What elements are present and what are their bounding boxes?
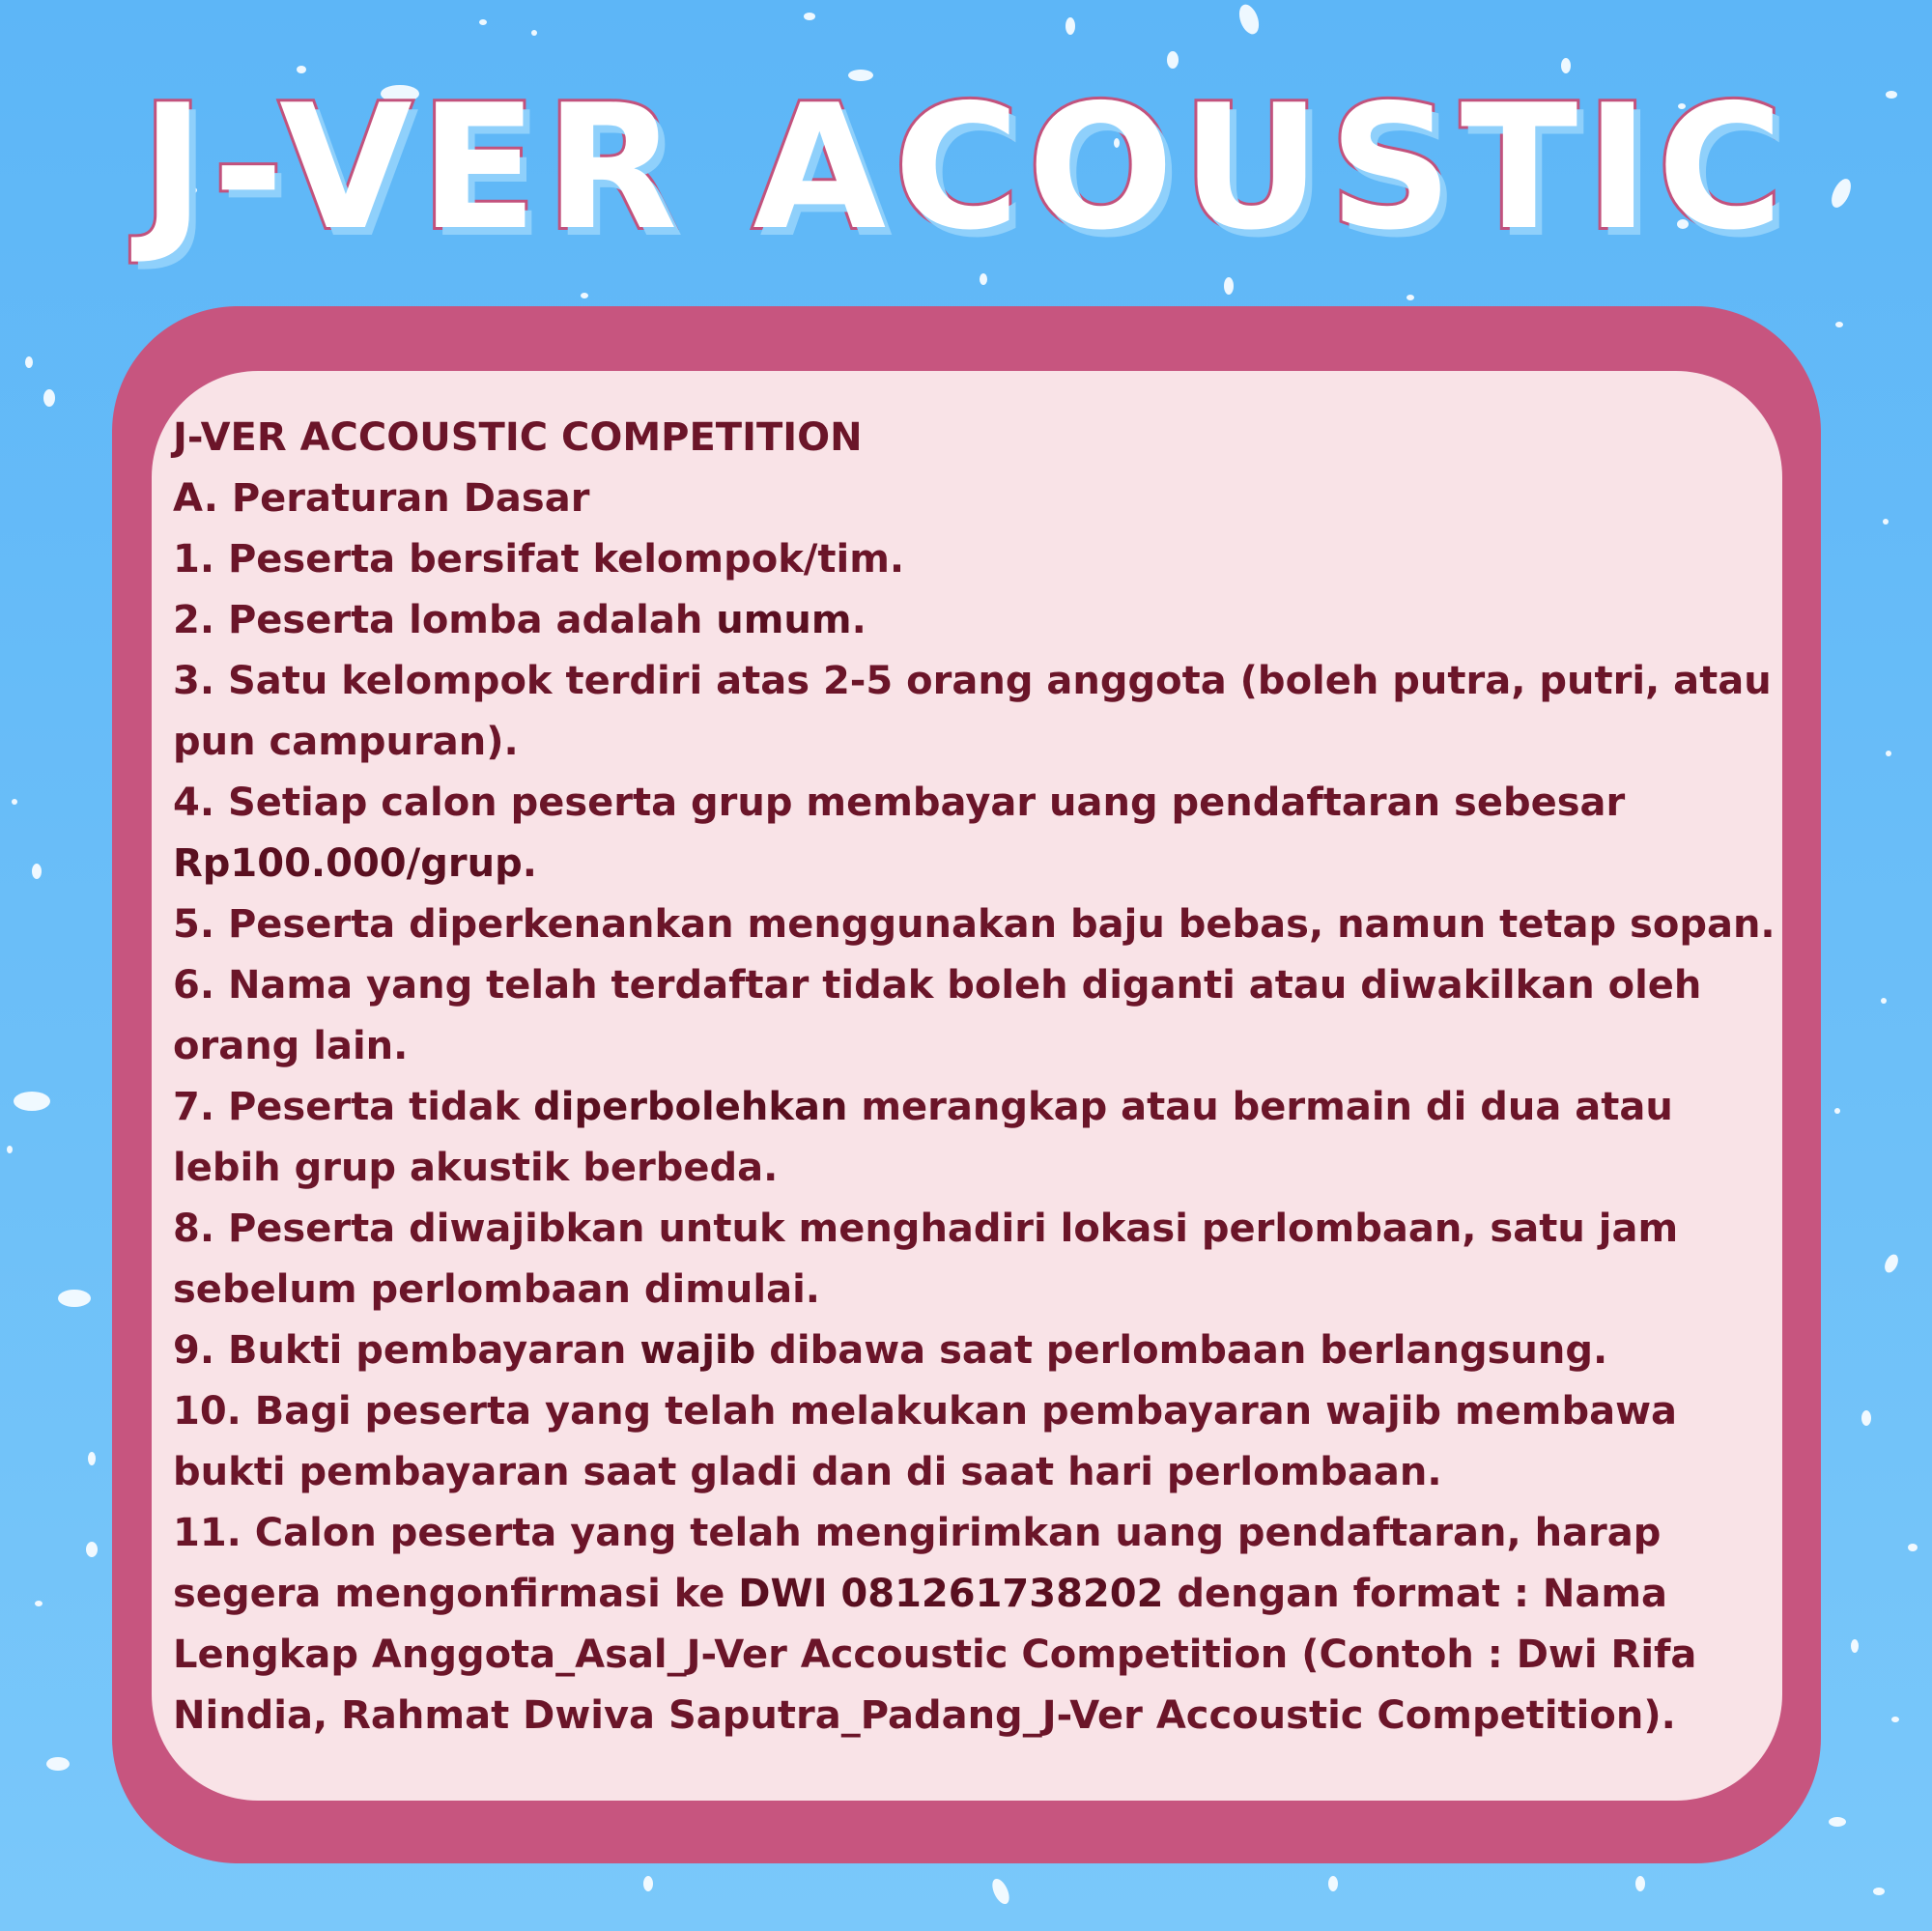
- rule-9: 9. Bukti pembayaran wajib dibawa saat pe…: [173, 1320, 1767, 1381]
- rule-2-emphasis: umum: [716, 598, 852, 642]
- rule-3-line-1: 3. Satu kelompok terdiri atas 2-5 orang …: [173, 659, 1772, 703]
- rule-2: 2. Peserta lomba adalah umum.: [173, 590, 1767, 651]
- rule-10-line-1: 10. Bagi peserta yang telah melakukan pe…: [173, 1389, 1678, 1434]
- competition-heading: J-VER ACCOUSTIC COMPETITION: [173, 415, 863, 460]
- rule-9-emphasis: wajib: [639, 1328, 756, 1373]
- rules-text-block: J-VER ACCOUSTIC COMPETITION A. Peraturan…: [173, 408, 1776, 1746]
- rule-11-line-3: Lengkap Anggota_Asal_J-Ver Accoustic Com…: [173, 1633, 1697, 1677]
- rule-9-rest: dibawa saat perlombaan berlangsung.: [755, 1328, 1608, 1373]
- contact-number: DWI 081261738202: [738, 1572, 1164, 1616]
- rule-11-text: segera mengonfirmasi ke: [173, 1572, 739, 1616]
- rule-7-rest: merangkap atau bermain di dua atau: [847, 1085, 1673, 1129]
- rule-7-text: 7. Peserta tidak: [173, 1085, 534, 1129]
- rule-4-end: .: [522, 841, 537, 886]
- rule-8-line-2: sebelum perlombaan dimulai.: [173, 1267, 820, 1312]
- rule-4-line-2: Rp100.000/grup.: [173, 834, 1767, 895]
- registration-fee: Rp100.000/grup: [173, 841, 523, 886]
- rule-6-line-2: orang lain.: [173, 1024, 409, 1068]
- rule-4-line-1: 4. Setiap calon peserta grup membayar ua…: [173, 781, 1626, 825]
- rule-6-line-1: 6. Nama yang telah terdaftar tidak boleh…: [173, 963, 1702, 1008]
- rule-9-text: 9. Bukti pembayaran: [173, 1328, 640, 1373]
- rule-7-emphasis: diperbolehkan: [533, 1085, 848, 1129]
- rule-10-line-2: bukti pembayaran saat gladi dan di saat …: [173, 1450, 1442, 1494]
- rule-7-line-1: 7. Peserta tidak diperbolehkan merangkap…: [173, 1077, 1767, 1138]
- rule-11-line-2: segera mengonfirmasi ke DWI 081261738202…: [173, 1564, 1767, 1625]
- section-heading: A. Peraturan Dasar: [173, 476, 590, 521]
- rule-8-line-1: 8. Peserta diwajibkan untuk menghadiri l…: [173, 1207, 1679, 1251]
- rule-11-line-4: Nindia, Rahmat Dwiva Saputra_Padang_J-Ve…: [173, 1693, 1676, 1738]
- rule-2-text: 2. Peserta lomba adalah: [173, 598, 717, 642]
- rule-5: 5. Peserta diperkenankan menggunakan baj…: [173, 902, 1776, 947]
- rule-7-line-2: lebih grup akustik berbeda.: [173, 1146, 779, 1190]
- rule-1: 1. Peserta bersifat kelompok/tim.: [173, 537, 905, 582]
- rule-11-rest: dengan format : Nama: [1163, 1572, 1668, 1616]
- rule-11-line-1: 11. Calon peserta yang telah mengirimkan…: [173, 1511, 1662, 1555]
- rule-3-line-2: pun campuran).: [173, 720, 519, 764]
- page-title: J-VER ACOUSTIC: [138, 68, 1792, 268]
- rule-2-end: .: [851, 598, 867, 642]
